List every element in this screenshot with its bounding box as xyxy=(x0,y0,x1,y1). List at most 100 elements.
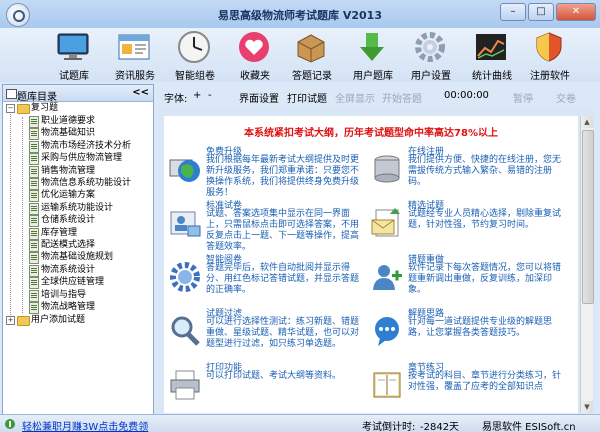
toolbar-label: 资讯服务 xyxy=(115,71,155,82)
toolbar-label: 用户题库 xyxy=(353,71,393,82)
tree-node-label: 优化运输方案 xyxy=(41,190,96,201)
tree-node-label: 物流市场经济技术分析 xyxy=(41,140,132,151)
toolbar-button-question-bank[interactable]: 试题库 xyxy=(44,28,104,82)
document-icon xyxy=(29,277,39,290)
title-bar: 易思高级物流师考试题库 V2013 – □ ✕ xyxy=(0,0,600,28)
toolbar-label: 答题记录 xyxy=(292,71,332,82)
tree-panel-header: 题库目录 << xyxy=(3,85,153,103)
feature-item: 试题过滤 可以进行选择性测试：练习新题、错题重做、星级试题、精华试题，也可以对题型… xyxy=(166,306,366,362)
feature-description: 试题、答案选项集中显示在同一界面上，只需鼠标点击即可选择答案，不用反复点击上一题… xyxy=(206,209,360,252)
quiz-toolbar: 字体: + - 界面设置 打印试题 全屏显示 开始答题 00:00:00 暂停 … xyxy=(156,86,596,106)
feature-item: 智能阅卷 答题完毕后，软件自动批阅并显示得分、用红色标记答错试题，并显示答题的正确… xyxy=(166,252,366,308)
countdown-label: 考试倒计时: xyxy=(362,422,416,432)
print-questions-button[interactable]: 打印试题 xyxy=(287,90,327,105)
scroll-thumb[interactable] xyxy=(582,130,594,304)
main-toolbar: 试题库 资讯服务 智能组卷 收藏夹 答题记录 用户题库 用户设置 统计曲线 注册… xyxy=(0,28,600,82)
timer-display: 00:00:00 xyxy=(444,90,489,101)
tree-node-label: 物流基础设施规划 xyxy=(41,252,114,263)
book-icon xyxy=(370,368,404,402)
pause-button[interactable]: 暂停 xyxy=(513,90,533,105)
feature-item: 精选试题 试题经专业人员精心选择，剔除重复试题，针对性强，节约复习时间。 xyxy=(368,198,568,254)
feature-item: 章节练习 按考试的科目、章节进行分类练习，针对性强，覆盖了应考的全部知识点 xyxy=(368,360,568,413)
tree-panel-icon xyxy=(6,89,17,99)
toolbar-label: 用户设置 xyxy=(411,71,451,82)
magnifier-icon xyxy=(168,314,202,348)
tree-node-label: 全球供应链管理 xyxy=(41,277,105,288)
app-window: 易思高级物流师考试题库 V2013 – □ ✕ 试题库 资讯服务 智能组卷 收藏… xyxy=(0,0,600,432)
tree-node-label: 库存管理 xyxy=(41,227,78,238)
feature-item: 打印功能 可以打印试题、考试大纲等资料。 xyxy=(166,360,366,413)
document-icon xyxy=(29,302,39,314)
document-icon xyxy=(29,178,39,190)
tree-node-label: 用户添加试题 xyxy=(31,315,86,325)
document-icon xyxy=(29,289,39,302)
promo-link[interactable]: 轻松兼职月赚3W点击免费领 xyxy=(22,418,148,432)
start-answering-button[interactable]: 开始答题 xyxy=(382,90,422,105)
feature-description: 软件记录下每次答题情况，您可以将错题重新调出重做，反复训练，加深印象。 xyxy=(408,263,562,295)
minimize-button[interactable]: – xyxy=(500,3,526,21)
toolbar-button-statistics[interactable]: 统计曲线 xyxy=(462,28,522,82)
tree-node-label: 物流信息系统功能设计 xyxy=(41,178,132,188)
toolbar-label: 智能组卷 xyxy=(175,71,215,82)
shield-icon xyxy=(532,30,566,64)
company-name: 易思软件 ESISoft.cn xyxy=(482,422,576,432)
toolbar-button-register[interactable]: 注册软件 xyxy=(520,28,580,82)
scroll-up-button[interactable]: ▲ xyxy=(581,116,593,128)
question-bank-tree-panel: 题库目录 << − 复习题 职业道德要求 物流基础知识 物流市场经济技术分析 采购与供… xyxy=(2,84,154,415)
fullscreen-button[interactable]: 全屏显示 xyxy=(335,90,375,105)
download-arrow-icon xyxy=(355,30,389,64)
toolbar-button-smart-paper[interactable]: 智能组卷 xyxy=(165,28,225,82)
submit-exam-button[interactable]: 交卷 xyxy=(556,90,576,105)
tree-guide-line xyxy=(10,109,11,321)
document-icon xyxy=(29,215,39,228)
toolbar-button-answer-record[interactable]: 答题记录 xyxy=(282,28,342,82)
content-scrollbar[interactable]: ▲ ▼ xyxy=(580,116,594,413)
close-button[interactable]: ✕ xyxy=(556,3,596,21)
feature-description: 可以进行选择性测试：练习新题、错题重做、星级试题、精华试题，也可以对题型进行过滤… xyxy=(206,317,360,349)
feature-description: 可以打印试题、考试大纲等资料。 xyxy=(206,371,342,381)
printer-icon xyxy=(168,368,202,402)
toolbar-label: 统计曲线 xyxy=(472,71,512,82)
toolbar-button-favorites[interactable]: 收藏夹 xyxy=(225,28,285,82)
promo-icon xyxy=(5,419,15,429)
font-decrease-button[interactable]: - xyxy=(208,90,212,101)
monitor-icon xyxy=(56,30,90,64)
feature-item: 免费升级 我们根据每年最新考试大纲提供及时更新升级服务，我们郑重承诺：只要您不换操… xyxy=(166,144,366,200)
feature-description: 我们根据每年最新考试大纲提供及时更新升级服务，我们郑重承诺：只要您不换操作系统，… xyxy=(206,155,360,198)
browser-window-icon xyxy=(117,30,151,64)
package-box-icon xyxy=(294,30,328,64)
toolbar-label: 收藏夹 xyxy=(240,71,270,82)
content-area: 本系统紧扣考试大纲，历年考试题型命中率高达78%以上 免费升级 我们根据每年最新考… xyxy=(156,106,594,413)
database-icon xyxy=(370,152,404,186)
expander-plus-icon[interactable]: + xyxy=(6,316,15,325)
toolbar-button-user-settings[interactable]: 用户设置 xyxy=(401,28,461,82)
tree-node-label: 复习题 xyxy=(31,103,59,113)
heart-icon xyxy=(237,30,271,64)
tree-node-label: 职业道德要求 xyxy=(41,116,96,126)
document-icon xyxy=(29,202,39,215)
toolbar-button-news[interactable]: 资讯服务 xyxy=(105,28,165,82)
toolbar-button-user-bank[interactable]: 用户题库 xyxy=(343,28,403,82)
scroll-down-button[interactable]: ▼ xyxy=(581,401,593,413)
settings-cog-icon xyxy=(168,260,202,294)
collapse-panel-button[interactable]: << xyxy=(132,87,149,98)
clock-icon xyxy=(177,30,211,64)
expander-minus-icon[interactable]: − xyxy=(6,104,15,113)
font-size-label: 字体: xyxy=(164,94,188,105)
interface-settings-button[interactable]: 界面设置 xyxy=(239,90,279,105)
font-increase-button[interactable]: + xyxy=(193,90,201,101)
feature-description: 答题完毕后，软件自动批阅并显示得分、用红色标记答错试题，并显示答题的正确率。 xyxy=(206,263,360,295)
feature-description: 按考试的科目、章节进行分类练习，针对性强，覆盖了应考的全部知识点 xyxy=(408,371,562,392)
add-user-icon xyxy=(370,260,404,294)
user-card-icon xyxy=(168,206,202,240)
feature-description: 我们提供方便、快捷的在线注册，您无需拔传统方式输入繁杂、易错的注册码。 xyxy=(408,155,562,187)
document-icon xyxy=(29,240,39,252)
document-icon xyxy=(29,140,39,153)
tree-node-label: 销售物流管理 xyxy=(41,165,96,176)
maximize-button[interactable]: □ xyxy=(528,3,554,21)
document-icon xyxy=(29,165,39,178)
document-icon xyxy=(29,264,39,277)
feature-item: 标准试卷 试题、答案选项集中显示在同一界面上，只需鼠标点击即可选择答案，不用反复点… xyxy=(166,198,366,254)
tree-node-label: 培训与指导 xyxy=(41,289,87,300)
email-icon xyxy=(370,206,404,240)
